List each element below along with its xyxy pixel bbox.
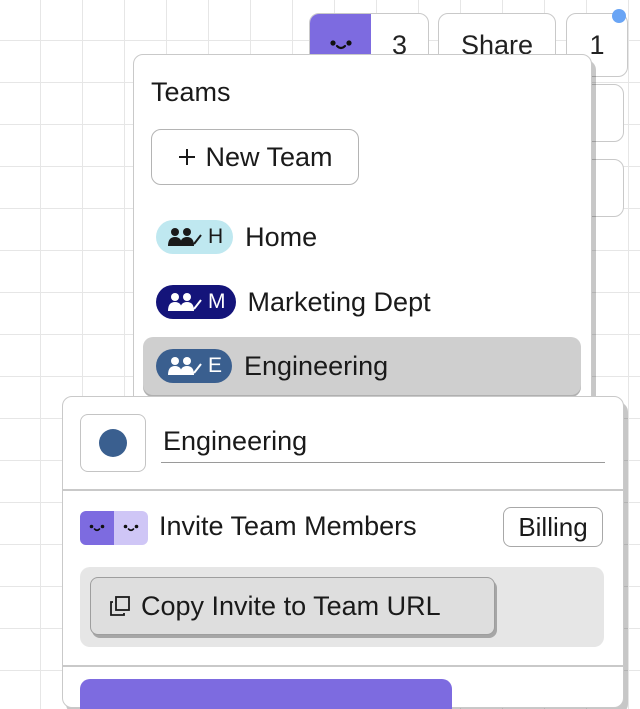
notification-dot (612, 9, 626, 23)
team-badge: M (156, 285, 236, 319)
team-people-icon (168, 357, 202, 375)
divider (63, 665, 623, 667)
divider (63, 489, 623, 491)
team-name: Home (245, 221, 318, 252)
team-initial: H (208, 225, 224, 248)
smiley-face-icon (89, 524, 105, 532)
new-team-label: New Team (205, 141, 333, 172)
invite-avatars (80, 511, 148, 545)
team-name: Marketing Dept (247, 286, 431, 317)
team-people-icon (168, 228, 202, 246)
team-badge: E (156, 349, 233, 383)
avatar (114, 511, 148, 545)
avatar (80, 511, 114, 545)
new-team-button[interactable]: New Team (151, 129, 359, 185)
team-item-engineering[interactable]: E Engineering (143, 337, 581, 395)
team-color-picker[interactable] (80, 414, 146, 472)
smiley-face-icon (123, 524, 139, 532)
smiley-face-icon (329, 40, 352, 50)
billing-button[interactable]: Billing (503, 507, 603, 547)
team-people-icon (168, 293, 202, 311)
team-name-input[interactable] (161, 421, 605, 463)
team-initial: E (208, 354, 223, 377)
team-name: Engineering (244, 350, 389, 381)
copy-icon (110, 596, 130, 616)
team-initial: M (208, 290, 226, 313)
copy-invite-label: Copy Invite to Team URL (141, 590, 441, 621)
teams-title: Teams (151, 77, 231, 107)
invite-team-members-label: Invite Team Members (159, 511, 417, 541)
team-color-dot (99, 429, 127, 457)
team-badge: H (156, 220, 234, 254)
team-item-home[interactable]: H Home (143, 208, 581, 266)
primary-action-button[interactable] (80, 679, 452, 709)
team-item-marketing-dept[interactable]: M Marketing Dept (143, 273, 581, 331)
plus-icon (179, 149, 196, 165)
copy-invite-url-button[interactable]: Copy Invite to Team URL (90, 577, 495, 635)
copy-invite-area: Copy Invite to Team URL (80, 567, 604, 647)
team-detail-panel: Invite Team Members Billing Copy Invite … (62, 396, 624, 709)
